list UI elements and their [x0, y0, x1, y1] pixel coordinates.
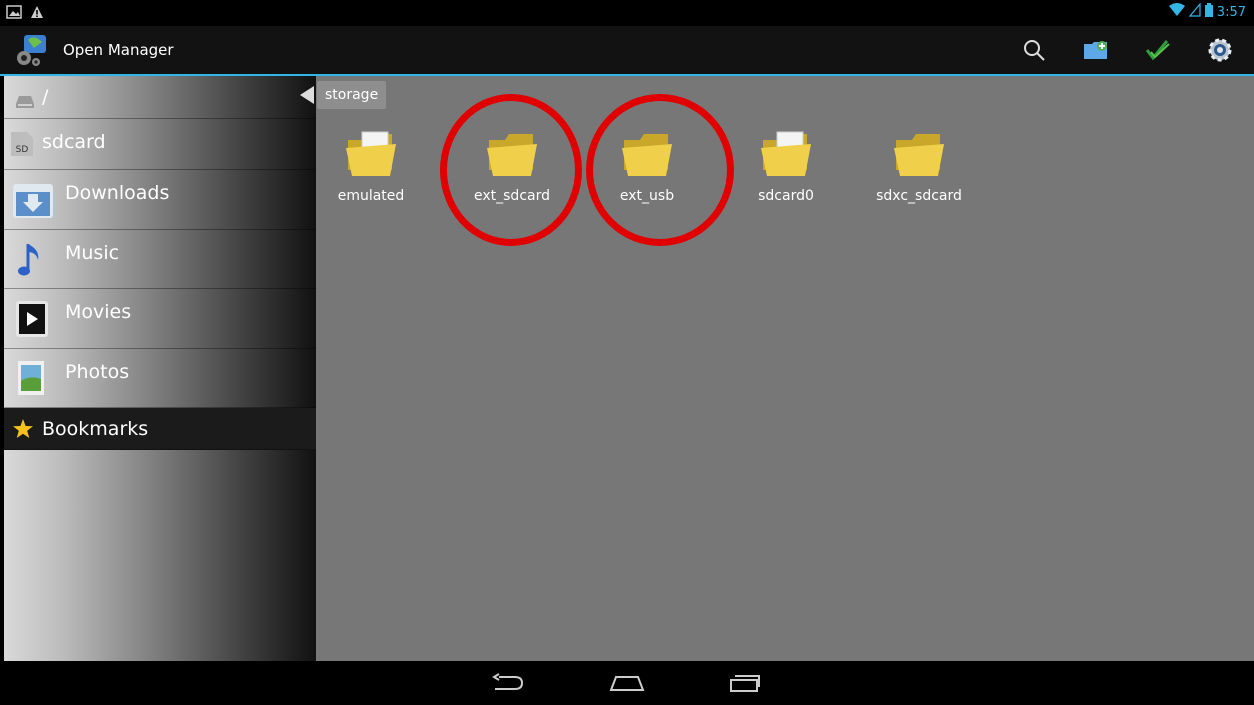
downloads-icon	[13, 182, 53, 223]
clock: 3:57	[1216, 4, 1246, 20]
back-icon	[492, 673, 524, 690]
folder-with-files-icon	[761, 131, 811, 176]
drive-icon	[16, 91, 34, 113]
photos-icon	[18, 361, 44, 400]
folder-name: sdcard0	[758, 188, 814, 204]
gear-icon	[1208, 38, 1232, 62]
back-button[interactable]	[478, 669, 538, 697]
folder-name: ext_sdcard	[474, 188, 550, 204]
folder-icon	[487, 134, 537, 176]
folder-with-files-icon	[346, 131, 396, 176]
star-icon	[12, 418, 34, 445]
folder-item[interactable]: ext_sdcard	[457, 130, 567, 204]
breadcrumb[interactable]: storage	[317, 81, 387, 109]
folder-name: emulated	[337, 188, 405, 204]
sidebar-item-root[interactable]: /	[4, 76, 316, 119]
folder-item[interactable]: sdxc_sdcard	[864, 130, 974, 204]
movies-icon	[16, 301, 48, 342]
signal-icon	[1188, 2, 1201, 21]
new-folder-button[interactable]	[1076, 34, 1116, 66]
folder-item[interactable]: emulated	[316, 130, 426, 204]
sidebar-item-music[interactable]: Music	[4, 230, 316, 289]
sidebar-item-photos[interactable]: Photos	[4, 349, 316, 408]
sidebar-item-downloads[interactable]: Downloads	[4, 170, 316, 230]
warning-notification-icon	[30, 4, 44, 23]
picture-notification-icon	[6, 4, 22, 23]
app-title: Open Manager	[63, 41, 174, 59]
folder-item[interactable]: sdcard0	[731, 130, 841, 204]
sdcard-icon: SD	[11, 132, 33, 161]
home-button[interactable]	[597, 669, 657, 697]
system-nav-bar	[0, 661, 1254, 705]
music-icon	[18, 242, 44, 283]
sidebar-item-sdcard[interactable]: SD sdcard	[4, 119, 316, 170]
wifi-icon	[1168, 3, 1185, 21]
folder-icon	[894, 134, 944, 176]
folder-name: ext_usb	[619, 188, 675, 204]
multi-check-icon	[1145, 40, 1170, 61]
new-folder-icon	[1084, 41, 1107, 59]
battery-icon	[1204, 3, 1213, 21]
file-browser-pane: storage emulated ext_sdcard ext_usb sdca	[300, 76, 1254, 661]
status-bar: 3:57	[0, 0, 1254, 26]
folder-name: sdxc_sdcard	[876, 188, 962, 204]
settings-button[interactable]	[1200, 34, 1240, 66]
home-icon	[609, 676, 645, 691]
collapse-sidebar-arrow-icon[interactable]	[300, 86, 314, 104]
sidebar-item-movies[interactable]: Movies	[4, 289, 316, 349]
app-logo-icon[interactable]	[14, 32, 50, 68]
folder-icon	[622, 134, 672, 176]
multi-select-button[interactable]	[1138, 34, 1178, 66]
search-button[interactable]	[1014, 34, 1054, 66]
svg-text:SD: SD	[16, 145, 29, 155]
action-bar: Open Manager	[0, 26, 1254, 76]
recent-apps-button[interactable]	[715, 669, 775, 697]
recent-apps-icon	[730, 675, 760, 692]
sidebar: / SD sdcard Downloads Music Movies Photo…	[4, 76, 316, 661]
sidebar-item-bookmarks[interactable]: Bookmarks	[4, 408, 316, 450]
folder-item[interactable]: ext_usb	[592, 130, 702, 204]
search-icon	[1024, 40, 1045, 61]
